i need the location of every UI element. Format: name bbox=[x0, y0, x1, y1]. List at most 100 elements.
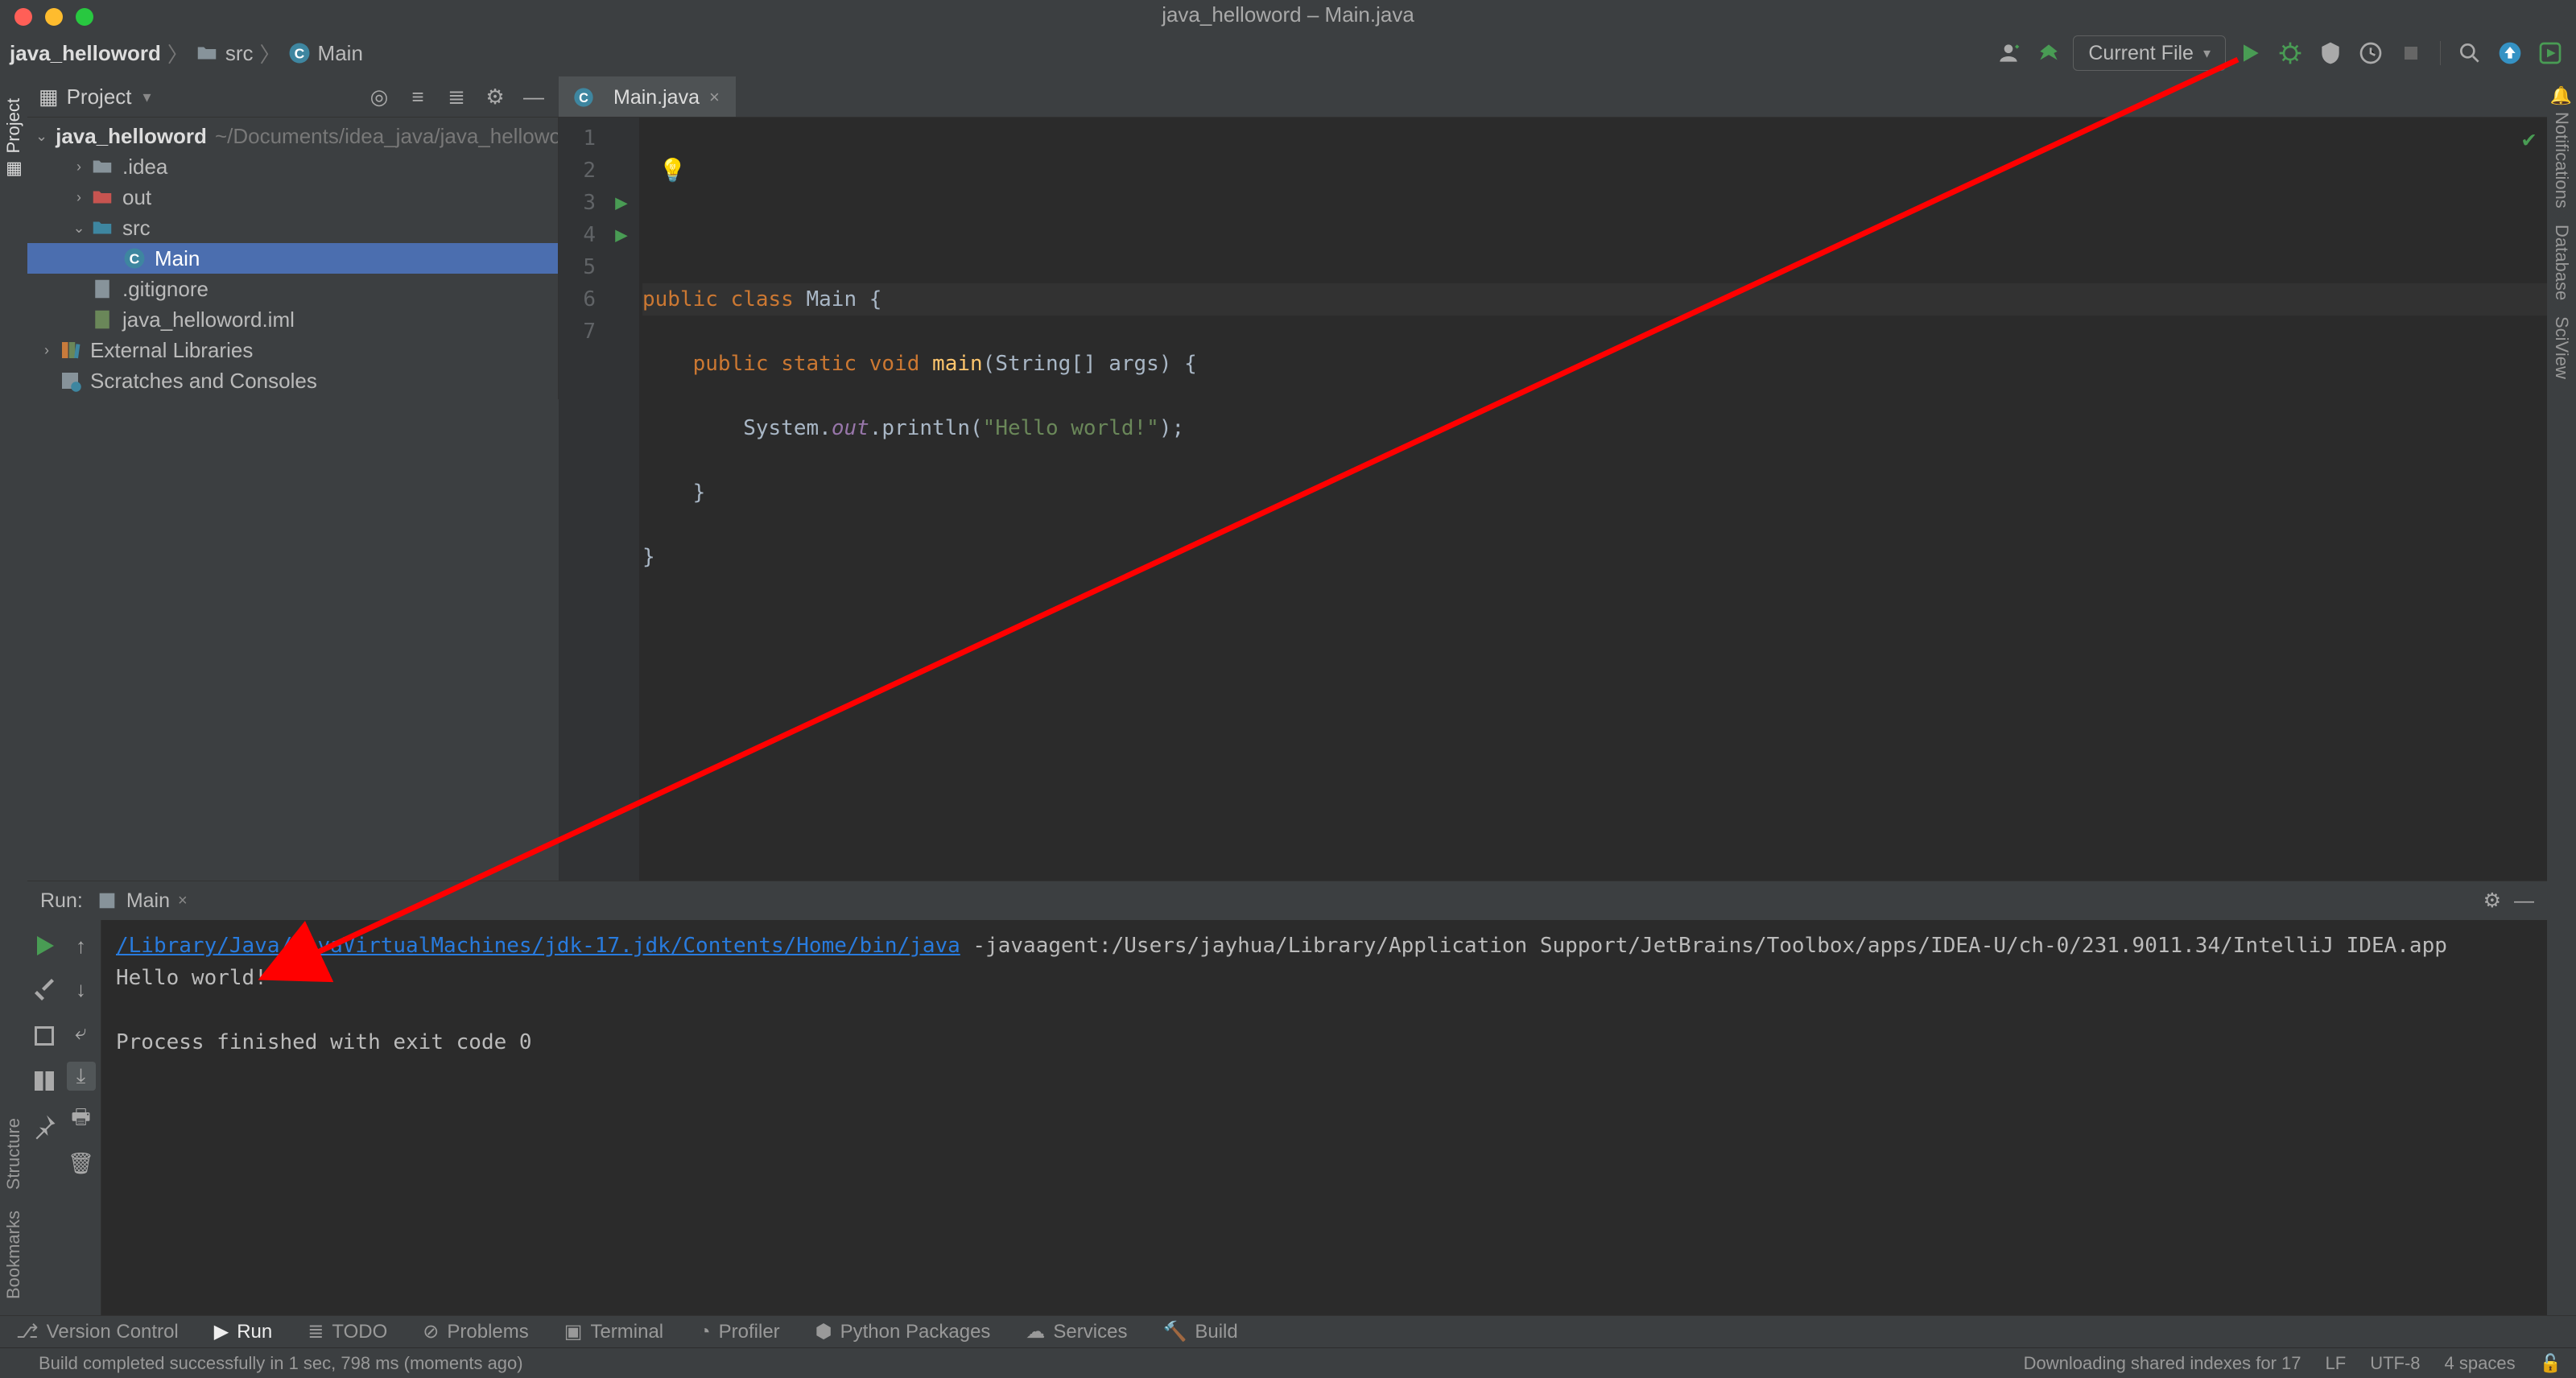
window-title: java_helloword – Main.java bbox=[1162, 2, 1414, 27]
database-tool-button[interactable]: Database bbox=[2551, 225, 2572, 300]
run-gutter-icon[interactable]: ▶ bbox=[604, 187, 639, 219]
down-stack-icon[interactable]: ↓ bbox=[67, 975, 96, 1004]
project-tool-header: ▦ Project▾ ◎ ≡ ≣ ⚙ — bbox=[27, 77, 559, 118]
status-line-sep[interactable]: LF bbox=[2326, 1353, 2347, 1374]
debug-button[interactable] bbox=[2274, 37, 2306, 69]
pin-icon[interactable] bbox=[30, 1112, 59, 1141]
project-tool-title[interactable]: ▦ Project▾ bbox=[39, 85, 151, 109]
pypkg-tool-button[interactable]: ⬢ Python Packages bbox=[815, 1320, 991, 1343]
tree-root[interactable]: ⌄java_helloword~/Documents/idea_java/jav… bbox=[27, 121, 558, 151]
run-config-label: Current File bbox=[2088, 42, 2194, 65]
intention-bulb-icon[interactable]: 💡 bbox=[658, 155, 687, 187]
terminal-tool-button[interactable]: ▣ Terminal bbox=[564, 1320, 663, 1343]
todo-tool-button[interactable]: ≣ TODO bbox=[308, 1320, 387, 1343]
code-area[interactable]: public class Main { public static void m… bbox=[639, 118, 2547, 881]
chevron-down-icon: ▾ bbox=[2203, 45, 2211, 62]
problems-tool-button[interactable]: ⊘ Problems bbox=[423, 1320, 528, 1343]
coverage-button[interactable] bbox=[2314, 37, 2347, 69]
tree-scratches[interactable]: Scratches and Consoles bbox=[27, 365, 558, 396]
inspections-ok-icon[interactable]: ✔ bbox=[2522, 126, 2536, 152]
bookmarks-tool-button[interactable]: Bookmarks bbox=[3, 1211, 24, 1299]
run-settings-icon[interactable]: ⚙ bbox=[2483, 889, 2501, 913]
hide-run-icon[interactable]: — bbox=[2514, 889, 2534, 913]
breadcrumb-folder[interactable]: src bbox=[225, 41, 254, 66]
sciview-tool-button[interactable]: SciView bbox=[2551, 316, 2572, 379]
status-readonly-icon[interactable]: 🔓 bbox=[2540, 1353, 2562, 1374]
tree-item-main[interactable]: CMain bbox=[27, 243, 558, 274]
mac-titlebar: java_helloword – Main.java bbox=[0, 0, 2576, 29]
breadcrumb-file[interactable]: Main bbox=[318, 41, 363, 66]
notifications-tool-button[interactable]: 🔔 Notifications bbox=[2551, 85, 2572, 208]
status-encoding[interactable]: UTF-8 bbox=[2370, 1353, 2420, 1374]
close-run-tab-icon[interactable]: × bbox=[178, 892, 188, 910]
bottom-tool-stripe: ⎇ Version Control ▶ Run ≣ TODO ⊘ Problem… bbox=[0, 1315, 2576, 1347]
minimize-window-button[interactable] bbox=[45, 8, 63, 26]
close-window-button[interactable] bbox=[14, 8, 32, 26]
tree-item-out[interactable]: ›out bbox=[27, 182, 558, 212]
project-tool-button[interactable]: ▦ Project bbox=[3, 98, 24, 179]
search-icon[interactable] bbox=[2454, 37, 2486, 69]
print-icon[interactable]: 🖶 bbox=[67, 1105, 96, 1134]
profiler-tool-button[interactable]: ◔ Profiler bbox=[699, 1321, 780, 1343]
line-numbers: 1234567 bbox=[559, 118, 604, 881]
build-icon[interactable] bbox=[2033, 37, 2065, 69]
editor-tab-main[interactable]: C Main.java × bbox=[559, 76, 736, 117]
hide-icon[interactable]: — bbox=[520, 84, 547, 111]
run-tool-window: Run: Main × ⚙ — ↑ bbox=[27, 881, 2547, 1315]
console-output[interactable]: /Library/Java/JavaVirtualMachines/jdk-17… bbox=[101, 920, 2547, 1315]
left-tool-stripe: ▦ Project Structure Bookmarks bbox=[0, 77, 27, 1315]
right-tool-stripe: 🔔 Notifications Database SciView bbox=[2547, 77, 2576, 1315]
up-stack-icon[interactable]: ↑ bbox=[67, 931, 96, 960]
soft-wrap-icon[interactable]: ⤶ bbox=[67, 1018, 96, 1047]
java-path-link[interactable]: /Library/Java/JavaVirtualMachines/jdk-17… bbox=[116, 934, 960, 958]
status-build-msg: Build completed successfully in 1 sec, 7… bbox=[39, 1353, 523, 1374]
expand-all-icon[interactable]: ≡ bbox=[404, 84, 431, 111]
breadcrumb-project[interactable]: java_helloword bbox=[10, 41, 161, 66]
tab-filename: Main.java bbox=[613, 86, 700, 109]
update-icon[interactable] bbox=[2494, 37, 2526, 69]
dump-threads-icon[interactable] bbox=[30, 1021, 59, 1050]
code-with-me-icon[interactable] bbox=[1992, 37, 2025, 69]
status-bar: Build completed successfully in 1 sec, 7… bbox=[0, 1347, 2576, 1378]
stop-button[interactable] bbox=[2395, 37, 2427, 69]
rerun-icon[interactable] bbox=[30, 931, 59, 960]
svg-text:C: C bbox=[579, 91, 588, 105]
scroll-to-end-icon[interactable]: ⤓ bbox=[67, 1062, 96, 1091]
project-tree[interactable]: ⌄java_helloword~/Documents/idea_java/jav… bbox=[27, 118, 559, 399]
stop-process-icon[interactable] bbox=[30, 976, 59, 1005]
breadcrumb-sep-icon: 〉 bbox=[167, 39, 188, 68]
editor-gutter[interactable]: ▶▶ bbox=[604, 118, 639, 881]
status-download-msg: Downloading shared indexes for 17 bbox=[2024, 1353, 2301, 1374]
class-icon: C bbox=[572, 85, 596, 109]
profiler-button[interactable] bbox=[2355, 37, 2387, 69]
run-label: Run: bbox=[40, 889, 83, 913]
code-editor[interactable]: 1234567 ▶▶ public class Main { public st… bbox=[559, 118, 2547, 881]
close-tab-icon[interactable]: × bbox=[709, 87, 720, 108]
run-config-selector[interactable]: Current File ▾ bbox=[2073, 35, 2226, 71]
build-tool-button[interactable]: 🔨 Build bbox=[1162, 1320, 1237, 1343]
run-tool-button[interactable]: ▶ Run bbox=[214, 1320, 273, 1343]
tree-item-gitignore[interactable]: .gitignore bbox=[27, 274, 558, 304]
class-icon: C bbox=[287, 41, 312, 65]
clear-icon[interactable]: 🗑 bbox=[67, 1149, 96, 1178]
gear-icon[interactable]: ⚙ bbox=[481, 84, 509, 111]
services-tool-button[interactable]: ☁ Services bbox=[1026, 1320, 1127, 1343]
run-tab-main[interactable]: Main × bbox=[96, 881, 188, 920]
tree-ext-libs[interactable]: ›External Libraries bbox=[27, 335, 558, 365]
run-button[interactable] bbox=[2234, 37, 2266, 69]
select-opened-file-icon[interactable]: ◎ bbox=[365, 84, 393, 111]
collapse-all-icon[interactable]: ≣ bbox=[443, 84, 470, 111]
tree-item-src[interactable]: ⌄src bbox=[27, 212, 558, 243]
maximize-window-button[interactable] bbox=[76, 8, 93, 26]
run-gutter-icon[interactable]: ▶ bbox=[604, 219, 639, 251]
svg-text:C: C bbox=[294, 45, 304, 61]
ide-settings-icon[interactable] bbox=[2534, 37, 2566, 69]
layout-icon[interactable] bbox=[30, 1067, 59, 1095]
breadcrumb[interactable]: java_helloword 〉 src 〉 C Main bbox=[10, 39, 363, 68]
tree-item-idea[interactable]: ›.idea bbox=[27, 151, 558, 182]
tree-item-iml[interactable]: java_helloword.iml bbox=[27, 304, 558, 335]
status-indent[interactable]: 4 spaces bbox=[2445, 1353, 2516, 1374]
console-line: Hello world! bbox=[116, 962, 2533, 994]
structure-tool-button[interactable]: Structure bbox=[3, 1118, 24, 1190]
vcs-tool-button[interactable]: ⎇ Version Control bbox=[16, 1320, 179, 1343]
